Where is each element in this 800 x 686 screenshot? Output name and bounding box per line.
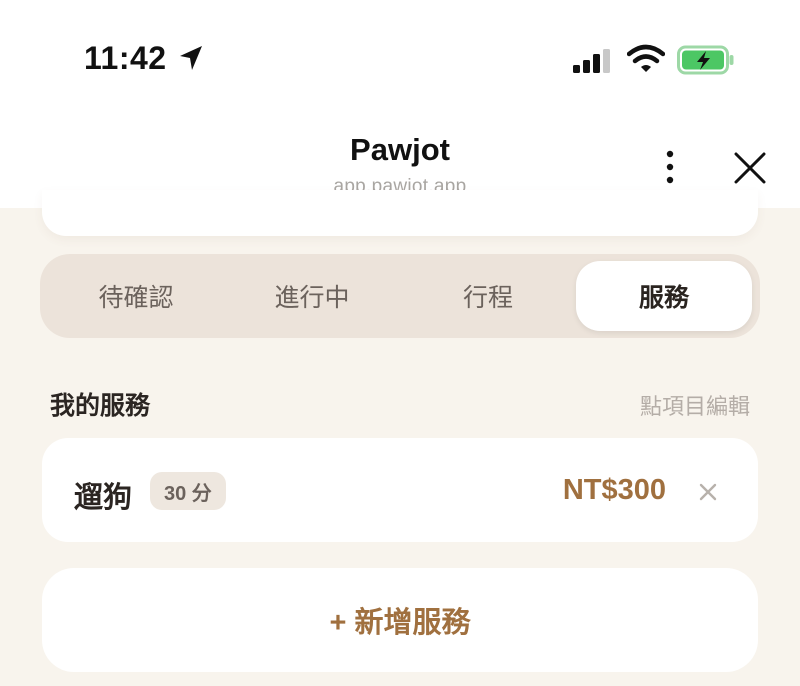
tab-bar: 待確認 進行中 行程 服務 bbox=[40, 254, 760, 338]
section-title: 我的服務 bbox=[50, 392, 151, 420]
wifi-icon bbox=[627, 44, 665, 72]
close-icon[interactable] bbox=[728, 146, 772, 190]
service-card[interactable]: 遛狗 30 分 NT$300 bbox=[42, 438, 758, 542]
battery-charging-icon bbox=[677, 45, 734, 75]
tab-pending[interactable]: 待確認 bbox=[48, 261, 224, 331]
status-bar: 11:42 bbox=[0, 0, 800, 110]
service-name: 遛狗 bbox=[74, 482, 133, 514]
tab-in-progress[interactable]: 進行中 bbox=[224, 261, 400, 331]
remove-icon[interactable] bbox=[698, 482, 718, 502]
status-time: 11:42 bbox=[84, 40, 167, 76]
tab-schedule[interactable]: 行程 bbox=[400, 261, 576, 331]
tab-services[interactable]: 服務 bbox=[576, 261, 752, 331]
add-service-button[interactable]: + 新增服務 bbox=[42, 568, 758, 672]
more-options-icon[interactable] bbox=[656, 146, 684, 188]
location-arrow-icon bbox=[180, 46, 202, 70]
service-price: NT$300 bbox=[562, 474, 666, 506]
top-card bbox=[42, 190, 758, 236]
section-hint: 點項目編輯 bbox=[639, 394, 750, 419]
duration-badge: 30 分 bbox=[150, 472, 226, 510]
cellular-signal-icon bbox=[573, 49, 610, 73]
